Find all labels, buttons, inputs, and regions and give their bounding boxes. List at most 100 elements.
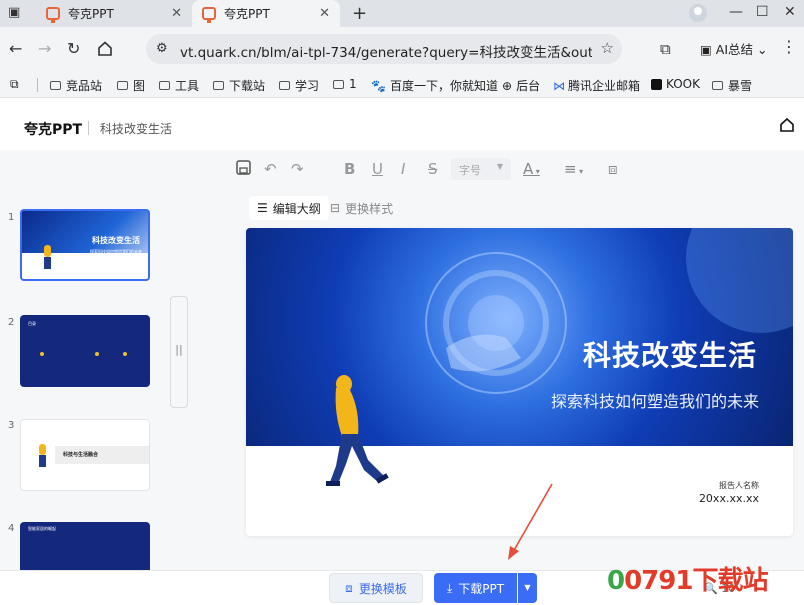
home-icon[interactable] xyxy=(97,41,113,60)
thumb-title: 目录 xyxy=(28,321,36,326)
reporter-name[interactable]: 报告人名称 xyxy=(719,480,759,491)
tab-label: 更换样式 xyxy=(345,201,394,216)
bookmark-admin[interactable]: ⊕ 后台 xyxy=(502,77,540,94)
slide-title[interactable]: 科技改变生活 xyxy=(583,334,757,374)
minimize-icon[interactable]: — xyxy=(729,4,743,20)
style-icon: ⊟ xyxy=(330,201,341,215)
app-logo[interactable]: 夸克PPT xyxy=(24,119,82,139)
watermark-green: 0 xyxy=(607,566,625,596)
profile-avatar[interactable] xyxy=(689,4,707,22)
font-size-select[interactable]: 字号 ▼ xyxy=(451,158,511,180)
extensions-icon[interactable]: ⧉ xyxy=(660,40,671,58)
thumb-number: 3 xyxy=(8,420,15,431)
bookmark-folder[interactable]: 下载站 xyxy=(213,77,265,94)
download-options-dropdown[interactable]: ▼ xyxy=(518,573,537,603)
tab-change-style[interactable]: ⊟ 更换样式 xyxy=(322,196,401,220)
bookmark-label: 竞品站 xyxy=(66,79,103,93)
template-icon: ⧈ xyxy=(345,580,353,595)
thumb-subtitle: 探索科技如何塑造我们的未来 xyxy=(90,249,142,254)
folder-icon xyxy=(50,81,61,90)
bold-icon[interactable]: B xyxy=(344,160,355,178)
bookmarks-bar: ⧉ 竞品站 图 工具 下载站 学习 1 🐾 百度一下，你就知道 ⊕ 后台 ⋈ 腾讯企业… xyxy=(0,71,804,98)
bookmark-folder[interactable]: 学习 xyxy=(279,77,319,94)
figure-image xyxy=(44,245,51,257)
back-arrow-icon[interactable]: ← xyxy=(9,39,22,58)
home-icon[interactable] xyxy=(780,118,794,132)
bookmark-label: 暴雪 xyxy=(728,79,753,93)
italic-icon[interactable]: I xyxy=(401,160,405,178)
bookmark-label: 1 xyxy=(349,77,357,91)
site-settings-icon[interactable]: ⚙ xyxy=(156,41,168,56)
redo-icon[interactable]: ↷ xyxy=(291,160,304,178)
thumb-title: 科技改变生活 xyxy=(92,236,140,245)
browser-tab-active[interactable]: 夸克PPT ✕ xyxy=(192,0,340,27)
download-icon: ⤓ xyxy=(446,580,453,595)
navigation-bar: ← → ↻ ⚙ vt.quark.cn/blm/ai-tpl-734/gener… xyxy=(0,27,804,71)
slide-subtitle[interactable]: 探索科技如何塑造我们的未来 xyxy=(551,388,759,412)
download-ppt-button[interactable]: ⤓ 下载PPT xyxy=(434,573,517,603)
globe-icon: ⊕ xyxy=(502,78,513,93)
close-icon[interactable]: ✕ xyxy=(319,6,330,21)
sidebar-toggle-icon[interactable]: ▣ xyxy=(8,5,26,21)
more-menu-icon[interactable]: ⋮ xyxy=(781,37,797,56)
slide-thumbnail-panel: 1 科技改变生活 探索科技如何塑造我们的未来 2 目录 3 科技与生活融合 4 … xyxy=(0,188,168,570)
bookmark-folder[interactable]: 工具 xyxy=(159,77,199,94)
bookmark-folder[interactable]: 1 xyxy=(333,77,357,91)
bookmark-label: 学习 xyxy=(295,79,320,93)
address-bar[interactable]: ⚙ vt.quark.cn/blm/ai-tpl-734/generate?qu… xyxy=(146,34,622,64)
tab-label: 夸克PPT xyxy=(68,7,114,21)
folder-icon xyxy=(333,79,344,89)
thumb-title: 科技与生活融合 xyxy=(63,452,99,458)
align-icon[interactable]: ≡ ▾ xyxy=(564,160,583,178)
report-date[interactable]: 20xx.xx.xx xyxy=(699,492,759,505)
reload-icon[interactable]: ↻ xyxy=(67,39,80,58)
tab-edit-outline[interactable]: ☰ 编辑大纲 xyxy=(249,196,329,220)
bookmark-label: 图 xyxy=(133,79,146,93)
maximize-icon[interactable]: ☐ xyxy=(756,4,769,20)
new-tab-button[interactable]: + xyxy=(352,3,367,24)
star-icon[interactable]: ☆ xyxy=(601,39,614,57)
slide-thumbnail-4[interactable]: 智能家居的崛起 xyxy=(20,522,150,570)
window-close-icon[interactable]: ✕ xyxy=(784,4,796,20)
slide-thumbnail-3[interactable]: 科技与生活融合 xyxy=(20,419,150,491)
close-icon[interactable]: ✕ xyxy=(171,6,182,21)
url-text[interactable]: vt.quark.cn/blm/ai-tpl-734/generate?quer… xyxy=(180,41,592,61)
bookmark-folder[interactable]: 暴雪 xyxy=(712,77,752,94)
slide-thumbnail-2[interactable]: 目录 xyxy=(20,315,150,387)
baidu-icon: 🐾 xyxy=(371,78,386,93)
ppt-icon xyxy=(202,7,216,23)
strikethrough-icon[interactable]: S xyxy=(428,160,438,178)
image-icon[interactable]: ⧈ xyxy=(608,160,618,178)
folder-icon xyxy=(159,81,170,90)
browser-tab[interactable]: 夸克PPT ✕ xyxy=(36,0,192,27)
bookmark-folder[interactable]: 图 xyxy=(117,77,145,94)
underline-icon[interactable]: U xyxy=(372,160,383,178)
bookmark-label: 下载站 xyxy=(229,79,266,93)
kook-icon xyxy=(651,78,662,90)
bookmark-baidu[interactable]: 🐾 百度一下，你就知道 xyxy=(371,77,498,94)
forward-arrow-icon[interactable]: → xyxy=(38,39,51,58)
save-icon[interactable] xyxy=(236,160,251,179)
bookmark-label: 工具 xyxy=(175,79,200,93)
ai-summary-button[interactable]: ▣ AI总结 ⌄ xyxy=(700,39,768,58)
ppt-icon xyxy=(46,7,60,23)
main-slide-canvas[interactable]: 科技改变生活 探索科技如何塑造我们的未来 报告人名称 20xx.xx.xx xyxy=(246,228,793,536)
panel-resize-handle[interactable]: || xyxy=(170,296,188,408)
ai-summary-label: AI总结 xyxy=(715,42,754,57)
thumb-number: 2 xyxy=(8,317,15,328)
undo-icon[interactable]: ↶ xyxy=(264,160,277,178)
thumb-title: 智能家居的崛起 xyxy=(28,526,56,531)
document-title: 科技改变生活 xyxy=(100,122,173,136)
tab-search-icon[interactable]: ⧉ xyxy=(10,77,19,92)
change-template-button[interactable]: ⧈ 更换模板 xyxy=(329,573,423,603)
folder-icon xyxy=(712,81,723,90)
bookmark-mail[interactable]: ⋈ 腾讯企业邮箱 xyxy=(553,77,640,94)
bookmark-folder[interactable]: 竞品站 xyxy=(50,77,102,94)
bookmark-kook[interactable]: KOOK xyxy=(651,77,700,91)
font-color-icon[interactable]: A ▾ xyxy=(523,160,540,178)
app-header: 夸克PPT 科技改变生活 xyxy=(0,98,804,150)
slide-thumbnail-1[interactable]: 科技改变生活 探索科技如何塑造我们的未来 xyxy=(20,209,150,281)
font-size-placeholder: 字号 xyxy=(459,164,481,177)
button-label: 下载PPT xyxy=(458,581,505,596)
tab-label: 编辑大纲 xyxy=(272,201,321,216)
